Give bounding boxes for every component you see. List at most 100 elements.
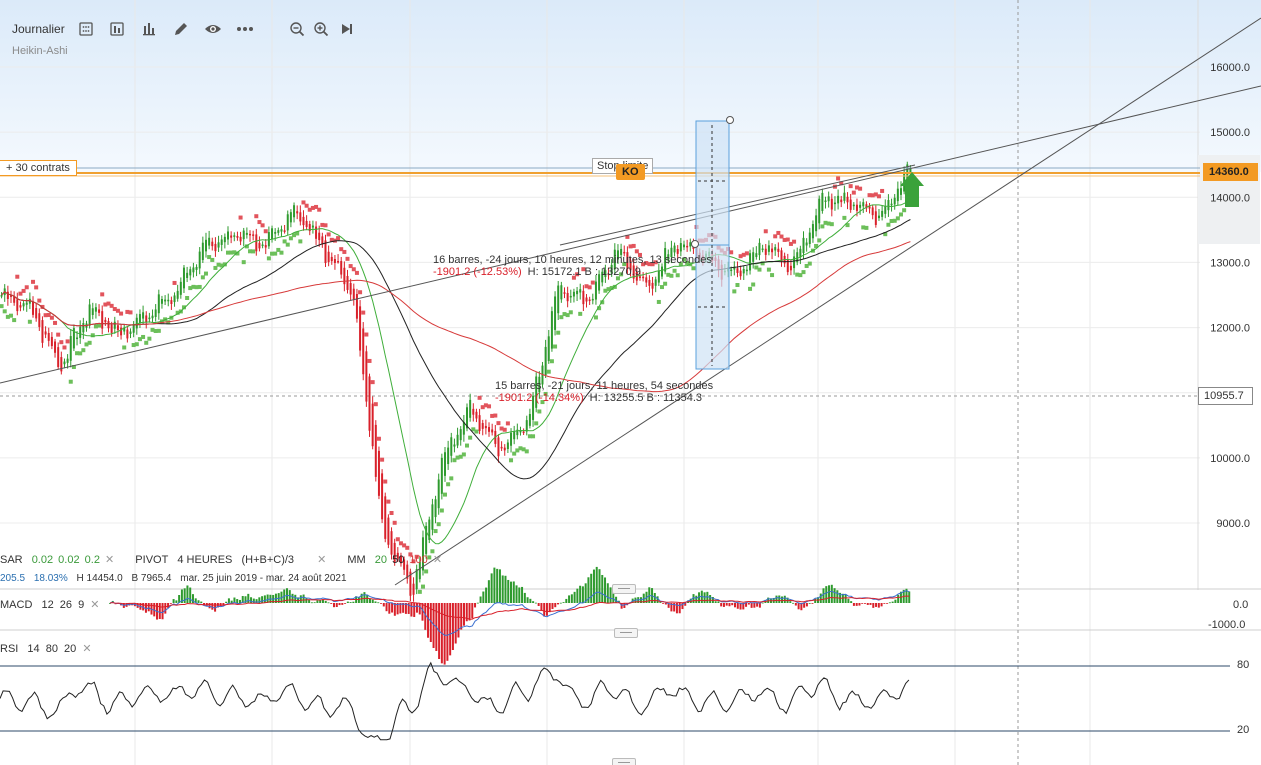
rsi-legend[interactable]: RSI 14 80 20 ✕ [0,642,98,655]
ha-candle [827,196,830,202]
zoom-in-icon[interactable] [310,18,332,40]
pivot-close-icon[interactable]: ✕ [317,554,326,566]
ha-candle [223,236,226,243]
price-tick-label: 14000.0 [1210,192,1250,204]
sar-dot-bull [801,270,806,275]
ha-candle [173,295,176,303]
ha-candle [440,457,443,494]
macd-histogram-bar [559,602,562,604]
ha-candle [132,324,135,333]
indicator-legend: SAR 0.02 0.02 0.2 ✕ PIVOT 4 HEURES (H+B+… [0,553,454,566]
ha-candle [481,423,484,429]
timeframe-selector[interactable]: Journalier [12,22,65,36]
mm-legend[interactable]: MM 20 50 100 ✕ [347,554,448,566]
ha-candle [654,279,657,286]
ha-candle [69,336,72,361]
sar-dot-bull [578,311,583,316]
macd-pane-resize-handle[interactable] [614,628,638,638]
macd-histogram-bar [366,594,369,603]
macd-histogram-bar [604,577,607,603]
ha-candle [572,291,575,297]
ha-candle [368,376,371,431]
trendline-resistance[interactable] [559,164,916,246]
ha-candle [381,473,384,520]
macd-histogram-bar [554,603,557,608]
sar-close-icon[interactable]: ✕ [105,554,114,566]
bar-chart-icon[interactable] [138,18,160,40]
macd-histogram-bar [883,603,886,604]
eye-icon[interactable] [202,18,224,40]
sar-legend[interactable]: SAR 0.02 0.02 0.2 ✕ [0,554,123,566]
ko-badge[interactable]: KO [616,164,645,180]
macd-histogram-bar [250,597,253,603]
sar-dot-bull [147,336,152,341]
ha-candle [217,242,220,248]
macd-histogram-bar [172,599,175,603]
ha-candle [19,305,22,308]
sar-dot-bear [323,223,328,228]
macd-histogram-bar [487,580,490,603]
measure-handle-mid[interactable] [691,240,699,248]
measure-1-high-low: H: 15172.1 B : 13270.9 [527,266,641,278]
measure-handle-top[interactable] [726,116,734,124]
ha-candle [201,242,204,261]
macd-histogram-bar [189,587,192,603]
zoom-out-icon[interactable] [286,18,308,40]
ha-candle [525,420,528,432]
panel-icon[interactable] [106,18,128,40]
ha-candle [227,231,229,240]
price-tick-label: 12000.0 [1210,323,1250,335]
macd-histogram-bar [833,588,836,603]
macd-histogram-bar [576,588,579,603]
macd-histogram-bar [792,602,795,604]
main-pane-resize-handle[interactable] [612,584,636,594]
macd-histogram-bar [720,603,723,607]
sar-dot-bear [779,234,784,239]
ha-candle [289,212,292,223]
sar-dot-bull [185,296,190,301]
macd-histogram-bar [534,602,537,604]
price-tick-label: 10000.0 [1210,453,1250,465]
macd-histogram-bar [579,585,582,603]
ha-candle [443,452,446,476]
sar-dot-bear [342,249,347,254]
sar-dot-bull [2,309,7,314]
price-tick-label: 13000.0 [1210,257,1250,269]
ha-candle [896,188,899,202]
ha-candle [249,233,252,236]
measure-annotation-1: 16 barres, -24 jours, 10 heures, 12 minu… [433,254,712,278]
rsi-close-icon[interactable]: ✕ [82,643,91,655]
macd-histogram-bar [462,603,465,626]
ha-candle [852,204,855,207]
sar-dot-bull [537,409,542,414]
sar-dot-bull [656,299,661,304]
calculator-icon[interactable] [75,18,97,40]
play-end-icon[interactable] [336,18,358,40]
macd-histogram-bar [164,603,167,614]
macd-legend[interactable]: MACD 12 26 9 ✕ [0,598,105,611]
macd-histogram-bar [606,583,609,603]
macd-histogram-bar [570,594,573,603]
ha-candle [182,267,185,289]
position-label[interactable]: + 30 contrats [0,160,77,176]
chart-type-label: Heikin-Ashi [12,45,68,57]
ha-candle [774,247,777,251]
more-icon[interactable] [234,18,256,40]
mm-close-icon[interactable]: ✕ [433,554,442,566]
pivot-legend[interactable]: PIVOT 4 HEURES (H+B+C)/3 ✕ [135,554,335,566]
ha-candle [686,245,689,248]
macd-histogram-bar [158,603,161,619]
pencil-icon[interactable] [170,18,192,40]
macd-histogram-bar [225,601,228,603]
sar-dot-bear [172,280,177,285]
sar-dot-bull [474,429,479,434]
macd-close-icon[interactable]: ✕ [90,599,99,611]
sar-dot-bull [156,328,161,333]
macd-histogram-bar [722,603,725,607]
macd-histogram-bar [385,603,388,612]
ha-candle [0,295,3,297]
sar-dot-bull [534,421,539,426]
sar-dot-bear [100,292,105,297]
macd-histogram-bar [750,603,753,608]
rsi-pane-resize-handle[interactable] [612,758,636,765]
